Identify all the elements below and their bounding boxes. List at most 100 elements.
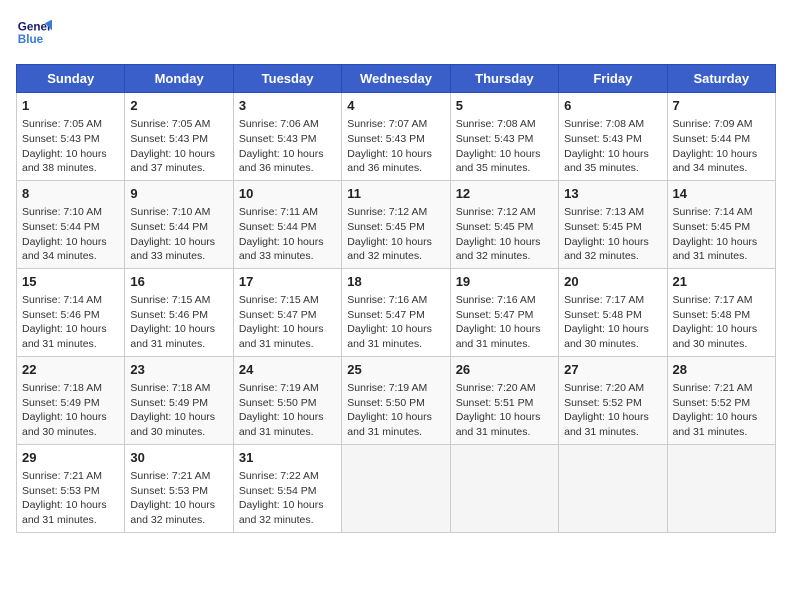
svg-text:Blue: Blue [18,33,44,46]
calendar-cell: 24Sunrise: 7:19 AM Sunset: 5:50 PM Dayli… [233,356,341,444]
header: General Blue [16,16,776,52]
day-info: Sunrise: 7:05 AM Sunset: 5:43 PM Dayligh… [22,117,119,176]
day-info: Sunrise: 7:22 AM Sunset: 5:54 PM Dayligh… [239,469,336,528]
day-info: Sunrise: 7:18 AM Sunset: 5:49 PM Dayligh… [22,381,119,440]
day-number: 5 [456,97,553,115]
calendar-week-2: 8 Sunrise: 7:10 AM Sunset: 5:44 PM Daylig… [17,180,776,268]
weekday-header-wednesday: Wednesday [342,65,450,93]
calendar-cell: 21Sunrise: 7:17 AM Sunset: 5:48 PM Dayli… [667,268,775,356]
calendar-body: 1 Sunrise: 7:05 AM Sunset: 5:43 PM Daylig… [17,93,776,533]
day-info: Sunrise: 7:16 AM Sunset: 5:47 PM Dayligh… [456,293,553,352]
day-info: Sunrise: 7:11 AM Sunset: 5:44 PM Dayligh… [239,205,336,264]
day-number: 25 [347,361,444,379]
calendar-week-5: 29 Sunrise: 7:21 AM Sunset: 5:53 PM Dayli… [17,444,776,532]
day-number: 21 [673,273,770,291]
day-info: Sunrise: 7:15 AM Sunset: 5:46 PM Dayligh… [130,293,227,352]
day-info: Sunrise: 7:12 AM Sunset: 5:45 PM Dayligh… [456,205,553,264]
calendar-cell: 5 Sunrise: 7:08 AM Sunset: 5:43 PM Daylig… [450,93,558,181]
day-number: 11 [347,185,444,203]
calendar-cell: 22Sunrise: 7:18 AM Sunset: 5:49 PM Dayli… [17,356,125,444]
day-number: 29 [22,449,119,467]
calendar-cell: 30 Sunrise: 7:21 AM Sunset: 5:53 PM Dayli… [125,444,233,532]
day-number: 9 [130,185,227,203]
day-info: Sunrise: 7:18 AM Sunset: 5:49 PM Dayligh… [130,381,227,440]
day-info: Sunrise: 7:21 AM Sunset: 5:53 PM Dayligh… [22,469,119,528]
day-info: Sunrise: 7:14 AM Sunset: 5:45 PM Dayligh… [673,205,770,264]
day-number: 16 [130,273,227,291]
day-info: Sunrise: 7:15 AM Sunset: 5:47 PM Dayligh… [239,293,336,352]
logo-icon: General Blue [16,16,52,52]
calendar-cell: 6 Sunrise: 7:08 AM Sunset: 5:43 PM Daylig… [559,93,667,181]
day-info: Sunrise: 7:10 AM Sunset: 5:44 PM Dayligh… [130,205,227,264]
day-number: 7 [673,97,770,115]
logo: General Blue [16,16,52,52]
calendar-cell: 14 Sunrise: 7:14 AM Sunset: 5:45 PM Dayli… [667,180,775,268]
calendar-cell: 12 Sunrise: 7:12 AM Sunset: 5:45 PM Dayli… [450,180,558,268]
day-number: 26 [456,361,553,379]
calendar-cell [667,444,775,532]
calendar-cell: 26 Sunrise: 7:20 AM Sunset: 5:51 PM Dayli… [450,356,558,444]
day-number: 30 [130,449,227,467]
calendar-cell: 9 Sunrise: 7:10 AM Sunset: 5:44 PM Daylig… [125,180,233,268]
day-info: Sunrise: 7:12 AM Sunset: 5:45 PM Dayligh… [347,205,444,264]
day-number: 17 [239,273,336,291]
day-info: Sunrise: 7:19 AM Sunset: 5:50 PM Dayligh… [239,381,336,440]
weekday-header-saturday: Saturday [667,65,775,93]
day-number: 4 [347,97,444,115]
day-info: Sunrise: 7:17 AM Sunset: 5:48 PM Dayligh… [564,293,661,352]
calendar-cell: 17 Sunrise: 7:15 AM Sunset: 5:47 PM Dayli… [233,268,341,356]
calendar-cell: 10 Sunrise: 7:11 AM Sunset: 5:44 PM Dayli… [233,180,341,268]
calendar-cell: 2 Sunrise: 7:05 AM Sunset: 5:43 PM Daylig… [125,93,233,181]
calendar-cell: 19 Sunrise: 7:16 AM Sunset: 5:47 PM Dayli… [450,268,558,356]
day-number: 18 [347,273,444,291]
calendar-cell: 18 Sunrise: 7:16 AM Sunset: 5:47 PM Dayli… [342,268,450,356]
day-number: 31 [239,449,336,467]
calendar-cell: 31 Sunrise: 7:22 AM Sunset: 5:54 PM Dayli… [233,444,341,532]
day-info: Sunrise: 7:20 AM Sunset: 5:52 PM Dayligh… [564,381,661,440]
calendar-table: SundayMondayTuesdayWednesdayThursdayFrid… [16,64,776,533]
weekday-header-row: SundayMondayTuesdayWednesdayThursdayFrid… [17,65,776,93]
day-info: Sunrise: 7:16 AM Sunset: 5:47 PM Dayligh… [347,293,444,352]
day-info: Sunrise: 7:20 AM Sunset: 5:51 PM Dayligh… [456,381,553,440]
day-number: 6 [564,97,661,115]
calendar-header: SundayMondayTuesdayWednesdayThursdayFrid… [17,65,776,93]
day-number: 19 [456,273,553,291]
day-info: Sunrise: 7:21 AM Sunset: 5:53 PM Dayligh… [130,469,227,528]
calendar-cell: 11 Sunrise: 7:12 AM Sunset: 5:45 PM Dayli… [342,180,450,268]
day-number: 14 [673,185,770,203]
day-number: 12 [456,185,553,203]
day-info: Sunrise: 7:09 AM Sunset: 5:44 PM Dayligh… [673,117,770,176]
day-info: Sunrise: 7:13 AM Sunset: 5:45 PM Dayligh… [564,205,661,264]
calendar-cell: 29 Sunrise: 7:21 AM Sunset: 5:53 PM Dayli… [17,444,125,532]
calendar-cell: 27 Sunrise: 7:20 AM Sunset: 5:52 PM Dayli… [559,356,667,444]
day-number: 10 [239,185,336,203]
weekday-header-monday: Monday [125,65,233,93]
day-info: Sunrise: 7:05 AM Sunset: 5:43 PM Dayligh… [130,117,227,176]
calendar-cell: 25Sunrise: 7:19 AM Sunset: 5:50 PM Dayli… [342,356,450,444]
day-number: 2 [130,97,227,115]
day-number: 8 [22,185,119,203]
calendar-cell: 28Sunrise: 7:21 AM Sunset: 5:52 PM Dayli… [667,356,775,444]
weekday-header-sunday: Sunday [17,65,125,93]
weekday-header-friday: Friday [559,65,667,93]
weekday-header-thursday: Thursday [450,65,558,93]
calendar-cell: 15Sunrise: 7:14 AM Sunset: 5:46 PM Dayli… [17,268,125,356]
day-number: 13 [564,185,661,203]
calendar-cell: 13 Sunrise: 7:13 AM Sunset: 5:45 PM Dayli… [559,180,667,268]
day-info: Sunrise: 7:10 AM Sunset: 5:44 PM Dayligh… [22,205,119,264]
day-info: Sunrise: 7:08 AM Sunset: 5:43 PM Dayligh… [456,117,553,176]
day-info: Sunrise: 7:08 AM Sunset: 5:43 PM Dayligh… [564,117,661,176]
calendar-cell: 8 Sunrise: 7:10 AM Sunset: 5:44 PM Daylig… [17,180,125,268]
calendar-cell: 20 Sunrise: 7:17 AM Sunset: 5:48 PM Dayli… [559,268,667,356]
day-number: 20 [564,273,661,291]
calendar-cell [559,444,667,532]
calendar-cell [450,444,558,532]
day-number: 23 [130,361,227,379]
day-info: Sunrise: 7:14 AM Sunset: 5:46 PM Dayligh… [22,293,119,352]
calendar-week-3: 15Sunrise: 7:14 AM Sunset: 5:46 PM Dayli… [17,268,776,356]
calendar-cell: 23 Sunrise: 7:18 AM Sunset: 5:49 PM Dayli… [125,356,233,444]
calendar-cell: 7 Sunrise: 7:09 AM Sunset: 5:44 PM Daylig… [667,93,775,181]
day-info: Sunrise: 7:21 AM Sunset: 5:52 PM Dayligh… [673,381,770,440]
day-number: 1 [22,97,119,115]
day-number: 27 [564,361,661,379]
